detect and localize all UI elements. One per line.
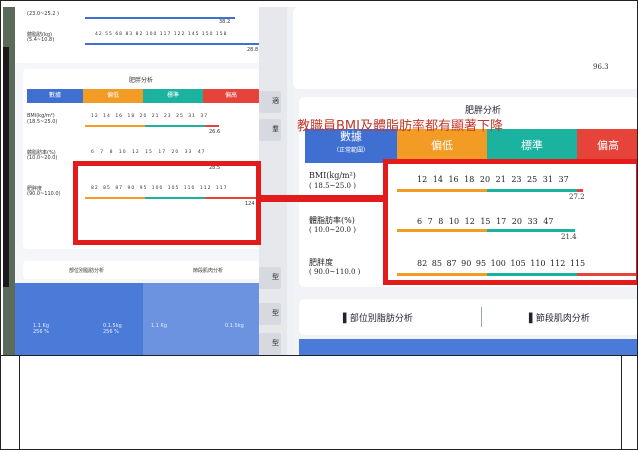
table-vline-right [621,355,622,449]
left-bmi-bar-normal [145,125,205,127]
mid-tab-5[interactable]: 型 [259,333,281,355]
right-top-value: 96.3 [593,63,609,71]
right-bottom-left-text: 部位別脂肪分析 [349,314,413,324]
left-fatpct-ticks: 6 7 8 10 12 15 17 20 33 47 [91,150,206,155]
right-bmi-label: BMI(kg/m²) [309,171,356,180]
left-blue-f: 0.1.5kg [225,323,244,329]
left-bottom-left-title: 部位別脂肪分析 [69,268,105,274]
left-blue-e: 1.1 Kg [151,323,167,329]
left-card-title: 肥胖分析 [129,77,154,84]
left-blue-d: 256 % [103,329,119,335]
highlight-connector [259,195,387,202]
right-bottom-left-title: ▌部位別脂肪分析 [343,314,413,324]
right-section-divider [481,307,482,327]
table-vline-left [19,355,20,449]
left-blue-block [15,283,143,355]
left-hdr-normal: 標準 [143,89,203,103]
left-fatpct-range: (10.0~20.0) [27,155,58,161]
left-fat-ticks: 42 55 68 83 82 100 117 122 145 150 158 [95,32,228,37]
left-hdr-data: 數據 [27,89,83,103]
mid-tab-1[interactable]: 適 [259,91,281,113]
left-bottom-right-title: 節段肌肉分析 [193,268,224,274]
left-blue-block2 [143,283,265,355]
screenshot-photo: (23.0~25.2 ) 38.2 體脂肪(kg) (5.4~10.8) 42 … [3,7,637,355]
right-fatpct-range: ( 10.0~20.0 ) [309,226,356,234]
left-bmi-bar-high [205,125,219,127]
highlight-frame-left [73,161,261,245]
right-obesity-range: ( 90.0~110.0 ) [309,268,361,276]
mid-tab-2[interactable]: 羣 [259,119,281,141]
right-hdr-data: 數據 （正常範圍） [305,129,397,163]
overlay-caption: 教職員BMI及體脂肪率都有顯著下降 [297,119,503,134]
left-hdr-high: 偏高 [203,89,259,103]
right-hdr-data-sub: （正常範圍） [332,147,369,154]
table-line-1 [1,355,637,356]
left-bmi-range: (18.5~25.0) [27,119,58,125]
right-fatpct-label: 體脂肪率(%) [309,216,355,225]
left-blue-b: 256 % [33,329,49,335]
right-blue-block [299,339,637,355]
left-bmi-value: 26.6 [209,129,221,135]
left-edge-dark [3,47,9,287]
mid-tab-4[interactable]: 型 [259,303,281,325]
left-fat-value: 28.8 [247,47,259,53]
right-section-titles: ▌部位別脂肪分析 ▌節段肌肉分析 [299,299,637,335]
right-bottom-right-text: 節段肌肉分析 [535,314,590,324]
left-hdr-low: 偏低 [83,89,143,103]
right-bmi-range: ( 18.5~25.0 ) [309,182,356,190]
right-hdr-normal: 標準 [487,129,577,163]
left-obesity-range: (90.0~110.0) [27,191,61,197]
left-fat-range: (5.4~10.8) [27,37,55,43]
right-obesity-label: 肥胖度 [309,258,333,267]
mid-tab-3[interactable]: 型 [259,267,281,289]
right-hdr-low: 偏低 [397,129,487,163]
right-top-card: 96.3 [293,7,637,89]
left-fat-bar [85,43,261,45]
left-top-range: (23.0~25.2 ) [27,11,59,17]
page: (23.0~25.2 ) 38.2 體脂肪(kg) (5.4~10.8) 42 … [0,0,638,450]
left-top-bar [85,17,235,19]
left-bmi-bar-low [85,125,145,127]
right-bottom-right-title: ▌節段肌肉分析 [529,314,590,324]
left-top-value: 38.2 [219,19,231,25]
left-bmi-ticks: 12 14 16 18 20 21 23 25 31 37 [91,114,209,119]
right-hdr-high: 偏高 [577,129,637,163]
left-section-titles: 部位別脂肪分析 節段肌肉分析 [23,261,263,279]
highlight-frame-right [383,159,637,285]
